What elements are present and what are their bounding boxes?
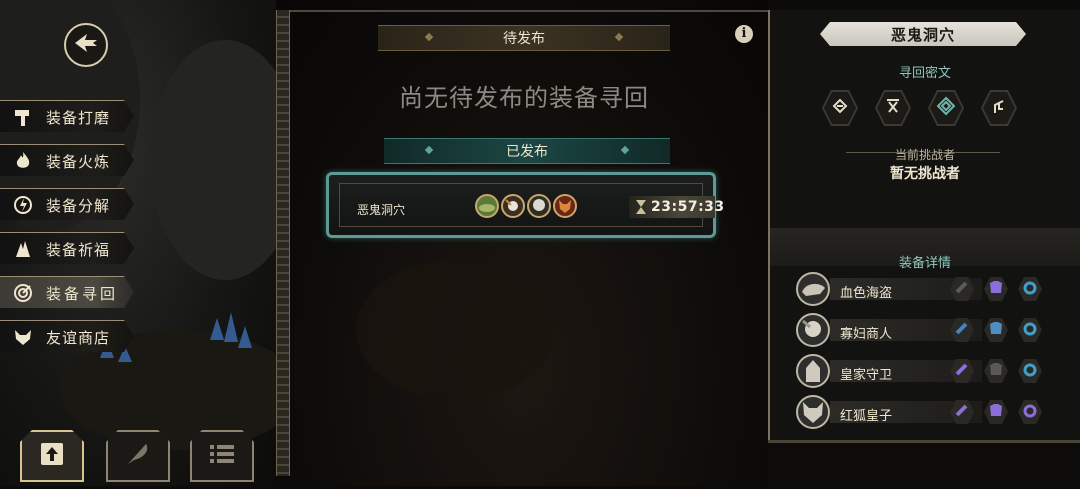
hero-avatar-icon bbox=[475, 194, 499, 218]
published-label: 已发布 bbox=[506, 144, 548, 160]
sidebar-item-label: 装备火炼 bbox=[46, 152, 111, 171]
sword-icon bbox=[954, 279, 970, 299]
ring-icon bbox=[1022, 320, 1038, 340]
list-icon bbox=[208, 442, 236, 470]
sidebar-item-disassemble[interactable]: 装备分解 bbox=[0, 188, 134, 220]
list-tab-button[interactable] bbox=[190, 430, 254, 482]
upload-icon bbox=[38, 440, 66, 472]
hammer-icon bbox=[10, 107, 36, 127]
crystal-decoration bbox=[224, 312, 238, 342]
top-border bbox=[276, 10, 768, 12]
quest-name: 恶鬼洞穴 bbox=[357, 203, 406, 217]
rune-a-icon bbox=[831, 97, 849, 119]
challenger-value: 暂无挑战者 bbox=[890, 166, 960, 182]
flame-icon bbox=[10, 151, 36, 171]
pending-section-bar: 待发布 bbox=[378, 25, 670, 51]
sidebar-item-label: 友谊商店 bbox=[46, 328, 111, 347]
sidebar-item-friendship-shop[interactable]: 友谊商店 bbox=[0, 320, 134, 352]
disassemble-icon bbox=[10, 195, 36, 215]
ring-slot[interactable] bbox=[1018, 359, 1042, 383]
sidebar-item-polish[interactable]: 装备打磨 bbox=[0, 100, 134, 132]
back-arrow-icon bbox=[73, 32, 99, 58]
hero-avatar-icon bbox=[553, 194, 577, 218]
dungeon-title-banner: 恶鬼洞穴 bbox=[820, 22, 1026, 46]
background-figure bbox=[356, 260, 556, 400]
center-panel bbox=[276, 0, 768, 486]
sidebar-item-label: 装备分解 bbox=[46, 196, 111, 215]
armor-slot[interactable] bbox=[984, 400, 1008, 424]
crystal-decoration bbox=[210, 318, 224, 340]
ring-slot[interactable] bbox=[1018, 318, 1042, 342]
hero-portrait-icon bbox=[796, 395, 830, 429]
sidebar-item-label: 装备寻回 bbox=[46, 284, 119, 303]
armor-icon bbox=[988, 361, 1004, 381]
sidebar-item-retrieve[interactable]: 装备寻回 bbox=[0, 276, 134, 308]
dungeon-title: 恶鬼洞穴 bbox=[890, 25, 955, 44]
ring-icon bbox=[1022, 279, 1038, 299]
rune-heading: 寻回密文 bbox=[898, 66, 951, 81]
upload-tab-button[interactable] bbox=[20, 430, 84, 482]
sidebar-menu: 装备打磨 装备火炼 装备分解 装备祈福 装备寻回 友谊商店 bbox=[0, 100, 140, 364]
sidebar-item-label: 装备打磨 bbox=[46, 108, 111, 127]
ring-slot[interactable] bbox=[1018, 400, 1042, 424]
sidebar-item-label: 装备祈福 bbox=[46, 240, 111, 259]
rune-b-icon bbox=[884, 97, 902, 119]
timer-box: 23:57:33 bbox=[629, 196, 724, 219]
fox-icon bbox=[10, 327, 36, 347]
panel-divider bbox=[276, 10, 290, 476]
hero-name: 皇家守卫 bbox=[840, 368, 893, 383]
rune-d-icon bbox=[990, 97, 1008, 119]
diamond-ornament bbox=[620, 145, 630, 155]
hourglass-icon bbox=[635, 199, 647, 219]
armor-slot[interactable] bbox=[984, 359, 1008, 383]
sidebar-item-forge[interactable]: 装备火炼 bbox=[0, 144, 134, 176]
sword-icon bbox=[954, 402, 970, 422]
hero-portrait-icon bbox=[796, 272, 830, 306]
blessing-icon bbox=[10, 239, 36, 259]
hero-avatar-icon bbox=[527, 194, 551, 218]
feather-tab-button[interactable] bbox=[106, 430, 170, 482]
info-icon[interactable]: i bbox=[735, 25, 753, 43]
sword-icon bbox=[954, 320, 970, 340]
hero-name: 寡妇商人 bbox=[840, 327, 893, 342]
armor-icon bbox=[988, 402, 1004, 422]
pending-label: 待发布 bbox=[503, 31, 545, 47]
quest-timer: 23:57:33 bbox=[651, 199, 725, 215]
hero-portrait-icon bbox=[796, 313, 830, 347]
armor-slot[interactable] bbox=[984, 277, 1008, 301]
ring-icon bbox=[1022, 361, 1038, 381]
sword-icon bbox=[954, 361, 970, 381]
hero-row[interactable]: 寡妇商人 bbox=[796, 313, 1046, 347]
retrieve-icon bbox=[10, 283, 36, 303]
published-quest-card[interactable]: 恶鬼洞穴 23:57:33 bbox=[326, 172, 724, 238]
rune-c-icon bbox=[936, 96, 956, 120]
ring-icon bbox=[1022, 402, 1038, 422]
equipment-detail-heading: 装备详情 bbox=[898, 256, 951, 271]
challenger-label: 当前挑战者 bbox=[894, 148, 955, 162]
hero-row[interactable]: 皇家守卫 bbox=[796, 354, 1046, 388]
crystal-decoration bbox=[238, 326, 252, 348]
sidebar-item-bless[interactable]: 装备祈福 bbox=[0, 232, 134, 264]
back-button[interactable] bbox=[64, 23, 108, 67]
panel-bottom-frame bbox=[768, 440, 1080, 489]
diamond-ornament bbox=[424, 145, 434, 155]
empty-pending-message: 尚无待发布的装备寻回 bbox=[399, 84, 649, 112]
feather-icon bbox=[124, 440, 152, 472]
hero-name: 血色海盗 bbox=[840, 286, 893, 301]
hero-avatar-icon bbox=[501, 194, 525, 218]
hero-name: 红狐皇子 bbox=[840, 409, 893, 424]
armor-icon bbox=[988, 320, 1004, 340]
hero-row[interactable]: 红狐皇子 bbox=[796, 395, 1046, 429]
ring-slot[interactable] bbox=[1018, 277, 1042, 301]
diamond-ornament bbox=[424, 32, 434, 42]
published-section-bar: 已发布 bbox=[384, 138, 670, 164]
armor-icon bbox=[988, 279, 1004, 299]
hero-row[interactable]: 血色海盗 bbox=[796, 272, 1046, 306]
cave-rock bbox=[150, 40, 276, 280]
armor-slot[interactable] bbox=[984, 318, 1008, 342]
hero-portrait-icon bbox=[796, 354, 830, 388]
diamond-ornament bbox=[614, 32, 624, 42]
